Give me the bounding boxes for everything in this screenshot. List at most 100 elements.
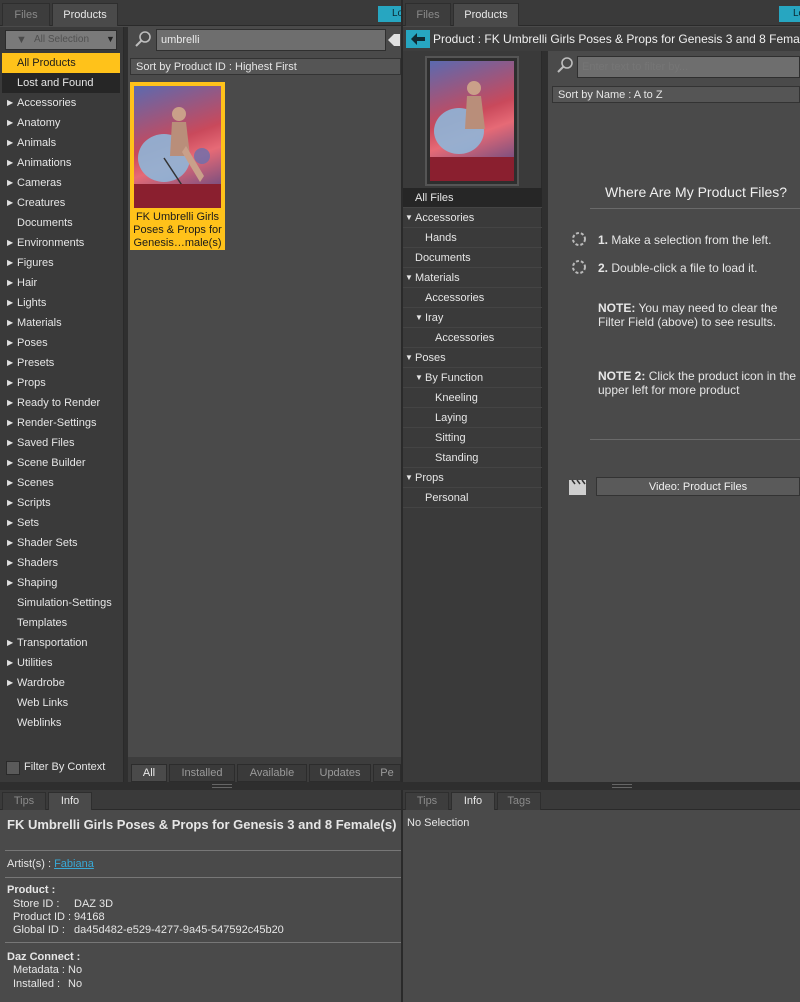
file-tree-item[interactable]: ▼ Iray [403,308,542,328]
video-product-files-button[interactable]: Video: Product Files [596,477,800,496]
category-item[interactable]: ▶ Utilities [2,653,120,673]
collapse-arrow-icon[interactable]: ▼ [415,368,423,388]
category-item[interactable]: ▶ Scene Builder [2,453,120,473]
expand-arrow-icon[interactable]: ▶ [7,253,13,273]
category-item[interactable]: ▶ Accessories [2,93,120,113]
file-tree-item[interactable]: Sitting [403,428,542,448]
expand-arrow-icon[interactable]: ▶ [7,133,13,153]
filter-input[interactable] [577,56,800,78]
file-tree-item[interactable]: ▼ Props [403,468,542,488]
tab-available[interactable]: Available [237,764,307,782]
category-item[interactable]: Templates [2,613,120,633]
search-input[interactable]: umbrelli [156,29,386,51]
collapse-arrow-icon[interactable]: ▼ [405,208,413,228]
expand-arrow-icon[interactable]: ▶ [7,513,13,533]
expand-arrow-icon[interactable]: ▶ [7,193,13,213]
tab-tips-right[interactable]: Tips [405,792,449,810]
clear-icon[interactable] [388,33,400,47]
load-button[interactable]: Lo [378,6,403,22]
tab-files-right[interactable]: Files [405,3,451,26]
expand-arrow-icon[interactable]: ▶ [7,93,13,113]
expand-arrow-icon[interactable]: ▶ [7,273,13,293]
category-item[interactable]: ▶ Scenes [2,473,120,493]
load-button-right[interactable]: Lo [779,6,800,22]
expand-arrow-icon[interactable]: ▶ [7,313,13,333]
sort-dropdown-right[interactable]: Sort by Name : A to Z [552,86,800,103]
category-item[interactable]: ▶ Hair [2,273,120,293]
tab-products[interactable]: Products [52,3,118,26]
category-item[interactable]: ▶ Environments [2,233,120,253]
file-tree-item[interactable]: Accessories [403,288,542,308]
expand-arrow-icon[interactable]: ▶ [7,553,13,573]
file-tree-item[interactable]: Hands [403,228,542,248]
category-item[interactable]: ▶ Lights [2,293,120,313]
file-tree-item[interactable]: ▼ Accessories [403,208,542,228]
category-item[interactable]: ▶ Ready to Render [2,393,120,413]
expand-arrow-icon[interactable]: ▶ [7,353,13,373]
category-item[interactable]: Documents [2,213,120,233]
file-tree-item[interactable]: Standing [403,448,542,468]
tab-pending[interactable]: Pe [373,764,401,782]
expand-arrow-icon[interactable]: ▶ [7,633,13,653]
sort-dropdown[interactable]: Sort by Product ID : Highest First [130,58,401,75]
category-item[interactable]: ▶ Cameras [2,173,120,193]
expand-arrow-icon[interactable]: ▶ [7,233,13,253]
expand-arrow-icon[interactable]: ▶ [7,453,13,473]
expand-arrow-icon[interactable]: ▶ [7,433,13,453]
category-item[interactable]: ▶ Shader Sets [2,533,120,553]
expand-arrow-icon[interactable]: ▶ [7,473,13,493]
category-item[interactable]: ▶ Anatomy [2,113,120,133]
collapse-arrow-icon[interactable]: ▼ [405,348,413,368]
expand-arrow-icon[interactable]: ▶ [7,113,13,133]
tab-files[interactable]: Files [2,3,50,26]
category-item[interactable]: ▶ Props [2,373,120,393]
file-tree-item[interactable]: Kneeling [403,388,542,408]
product-card[interactable]: FK Umbrelli Girls Poses & Props for Gene… [130,82,225,250]
file-tree-item[interactable]: Laying [403,408,542,428]
expand-arrow-icon[interactable]: ▶ [7,293,13,313]
filter-by-context-checkbox[interactable] [6,761,20,775]
expand-arrow-icon[interactable]: ▶ [7,393,13,413]
category-item[interactable]: All Products [2,53,120,73]
collapse-arrow-icon[interactable]: ▼ [415,308,423,328]
tab-all[interactable]: All [131,764,167,782]
tab-info[interactable]: Info [48,792,92,810]
category-item[interactable]: ▶ Presets [2,353,120,373]
back-arrow-icon[interactable] [406,30,430,48]
category-item[interactable]: Lost and Found [2,73,120,93]
expand-arrow-icon[interactable]: ▶ [7,653,13,673]
category-item[interactable]: ▶ Scripts [2,493,120,513]
category-item[interactable]: Web Links [2,693,120,713]
file-tree-item[interactable]: ▼ Materials [403,268,542,288]
category-item[interactable]: ▶ Poses [2,333,120,353]
file-tree-item[interactable]: Personal [403,488,542,508]
expand-arrow-icon[interactable]: ▶ [7,673,13,693]
expand-arrow-icon[interactable]: ▶ [7,533,13,553]
category-item[interactable]: Weblinks [2,713,120,733]
collapse-arrow-icon[interactable]: ▼ [405,268,413,288]
collapse-arrow-icon[interactable]: ▼ [405,468,413,488]
expand-arrow-icon[interactable]: ▶ [7,333,13,353]
tab-tags-right[interactable]: Tags [497,792,541,810]
category-item[interactable]: Simulation-Settings [2,593,120,613]
expand-arrow-icon[interactable]: ▶ [7,373,13,393]
category-item[interactable]: ▶ Figures [2,253,120,273]
expand-arrow-icon[interactable]: ▶ [7,153,13,173]
category-item[interactable]: ▶ Saved Files [2,433,120,453]
expand-arrow-icon[interactable]: ▶ [7,573,13,593]
file-tree-item[interactable]: ▼ By Function [403,368,542,388]
expand-arrow-icon[interactable]: ▶ [7,493,13,513]
expand-arrow-icon[interactable]: ▶ [7,413,13,433]
tab-info-right[interactable]: Info [451,792,495,810]
category-item[interactable]: ▶ Shaders [2,553,120,573]
category-item[interactable]: ▶ Materials [2,313,120,333]
tab-products-right[interactable]: Products [453,3,519,26]
category-item[interactable]: ▶ Render-Settings [2,413,120,433]
category-item[interactable]: ▶ Sets [2,513,120,533]
file-tree-item[interactable]: All Files [403,188,542,208]
product-icon[interactable] [425,56,519,186]
tab-updates[interactable]: Updates [309,764,371,782]
tab-installed[interactable]: Installed [169,764,235,782]
category-item[interactable]: ▶ Animals [2,133,120,153]
category-item[interactable]: ▶ Shaping [2,573,120,593]
